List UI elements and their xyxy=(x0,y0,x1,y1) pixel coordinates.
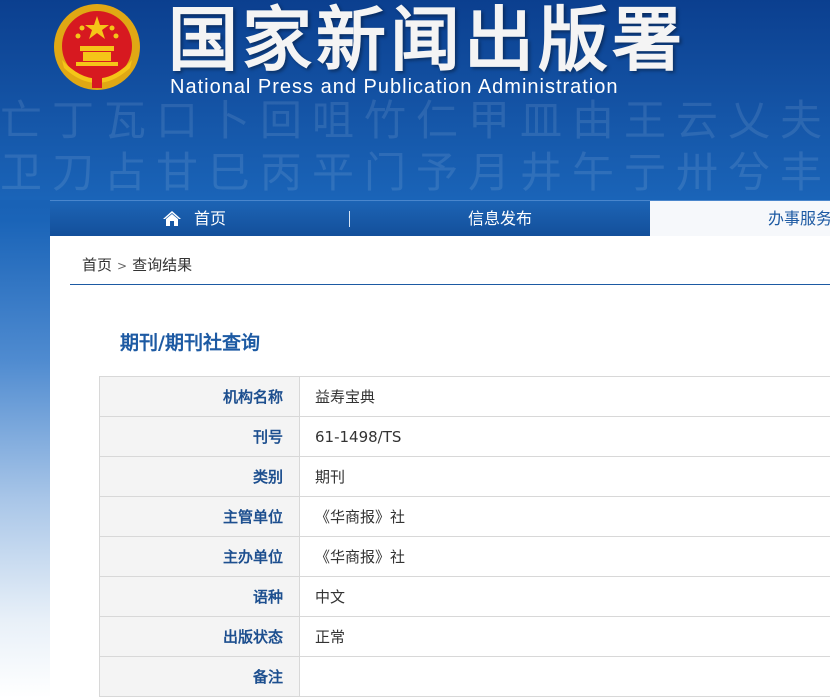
nav-item-home-label: 首页 xyxy=(194,209,227,228)
page-title: 期刊/期刊社查询 xyxy=(120,332,260,354)
row-value: 正常 xyxy=(299,616,830,657)
table-row: 出版状态 正常 xyxy=(99,616,830,657)
row-label: 主办单位 xyxy=(99,536,300,577)
site-header: 亡丁瓦口卜回咀竹仁甲皿由王云乂夫壬丘寸亘凡 卫刀占甘巳丙平门予月井午亍卅兮丰戈 … xyxy=(0,0,830,200)
row-label: 语种 xyxy=(99,576,300,617)
row-label: 刊号 xyxy=(99,416,300,457)
national-emblem-icon xyxy=(54,4,140,90)
row-value: 期刊 xyxy=(299,456,830,497)
row-label: 机构名称 xyxy=(99,376,300,417)
site-subtitle: National Press and Publication Administr… xyxy=(170,76,619,98)
nav-item-info[interactable]: 信息发布 xyxy=(468,201,532,237)
nav-item-home[interactable]: 首页 xyxy=(162,201,226,237)
row-label: 出版状态 xyxy=(99,616,300,657)
row-value: 中文 xyxy=(299,576,830,617)
table-row: 备注 xyxy=(99,656,830,697)
table-row: 类别 期刊 xyxy=(99,456,830,497)
row-value: 《华商报》社 xyxy=(299,496,830,537)
table-row: 语种 中文 xyxy=(99,576,830,617)
breadcrumb-separator: > xyxy=(117,259,128,273)
breadcrumb-divider xyxy=(70,284,830,285)
nav-item-services-label: 办事服务 xyxy=(768,209,830,228)
site-title: 国家新闻出版署 xyxy=(168,0,686,81)
main-content: 首页 > 查询结果 期刊/期刊社查询 机构名称 益寿宝典 刊号 61-1498/TS… xyxy=(50,236,830,698)
row-value: 61-1498/TS xyxy=(299,416,830,457)
table-row: 主办单位 《华商报》社 xyxy=(99,536,830,577)
home-icon xyxy=(163,211,181,226)
row-value: 《华商报》社 xyxy=(299,536,830,577)
nav-item-services[interactable]: 办事服务 xyxy=(650,201,830,237)
table-row: 刊号 61-1498/TS xyxy=(99,416,830,457)
row-label: 主管单位 xyxy=(99,496,300,537)
breadcrumb-current: 查询结果 xyxy=(132,256,193,274)
breadcrumb: 首页 > 查询结果 xyxy=(82,254,192,275)
results-table: 机构名称 益寿宝典 刊号 61-1498/TS 类别 期刊 主管单位 《华商报》… xyxy=(99,376,830,697)
row-value: 益寿宝典 xyxy=(299,376,830,417)
table-row: 机构名称 益寿宝典 xyxy=(99,376,830,417)
calligraphy-background: 亡丁瓦口卜回咀竹仁甲皿由王云乂夫壬丘寸亘凡 卫刀占甘巳丙平门予月井午亍卅兮丰戈 xyxy=(0,96,830,197)
main-nav: 首页 信息发布 办事服务 xyxy=(50,200,830,237)
row-label: 类别 xyxy=(99,456,300,497)
nav-divider xyxy=(349,211,350,227)
row-label: 备注 xyxy=(99,656,300,697)
breadcrumb-home-link[interactable]: 首页 xyxy=(82,256,112,274)
table-row: 主管单位 《华商报》社 xyxy=(99,496,830,537)
row-value xyxy=(299,656,830,697)
